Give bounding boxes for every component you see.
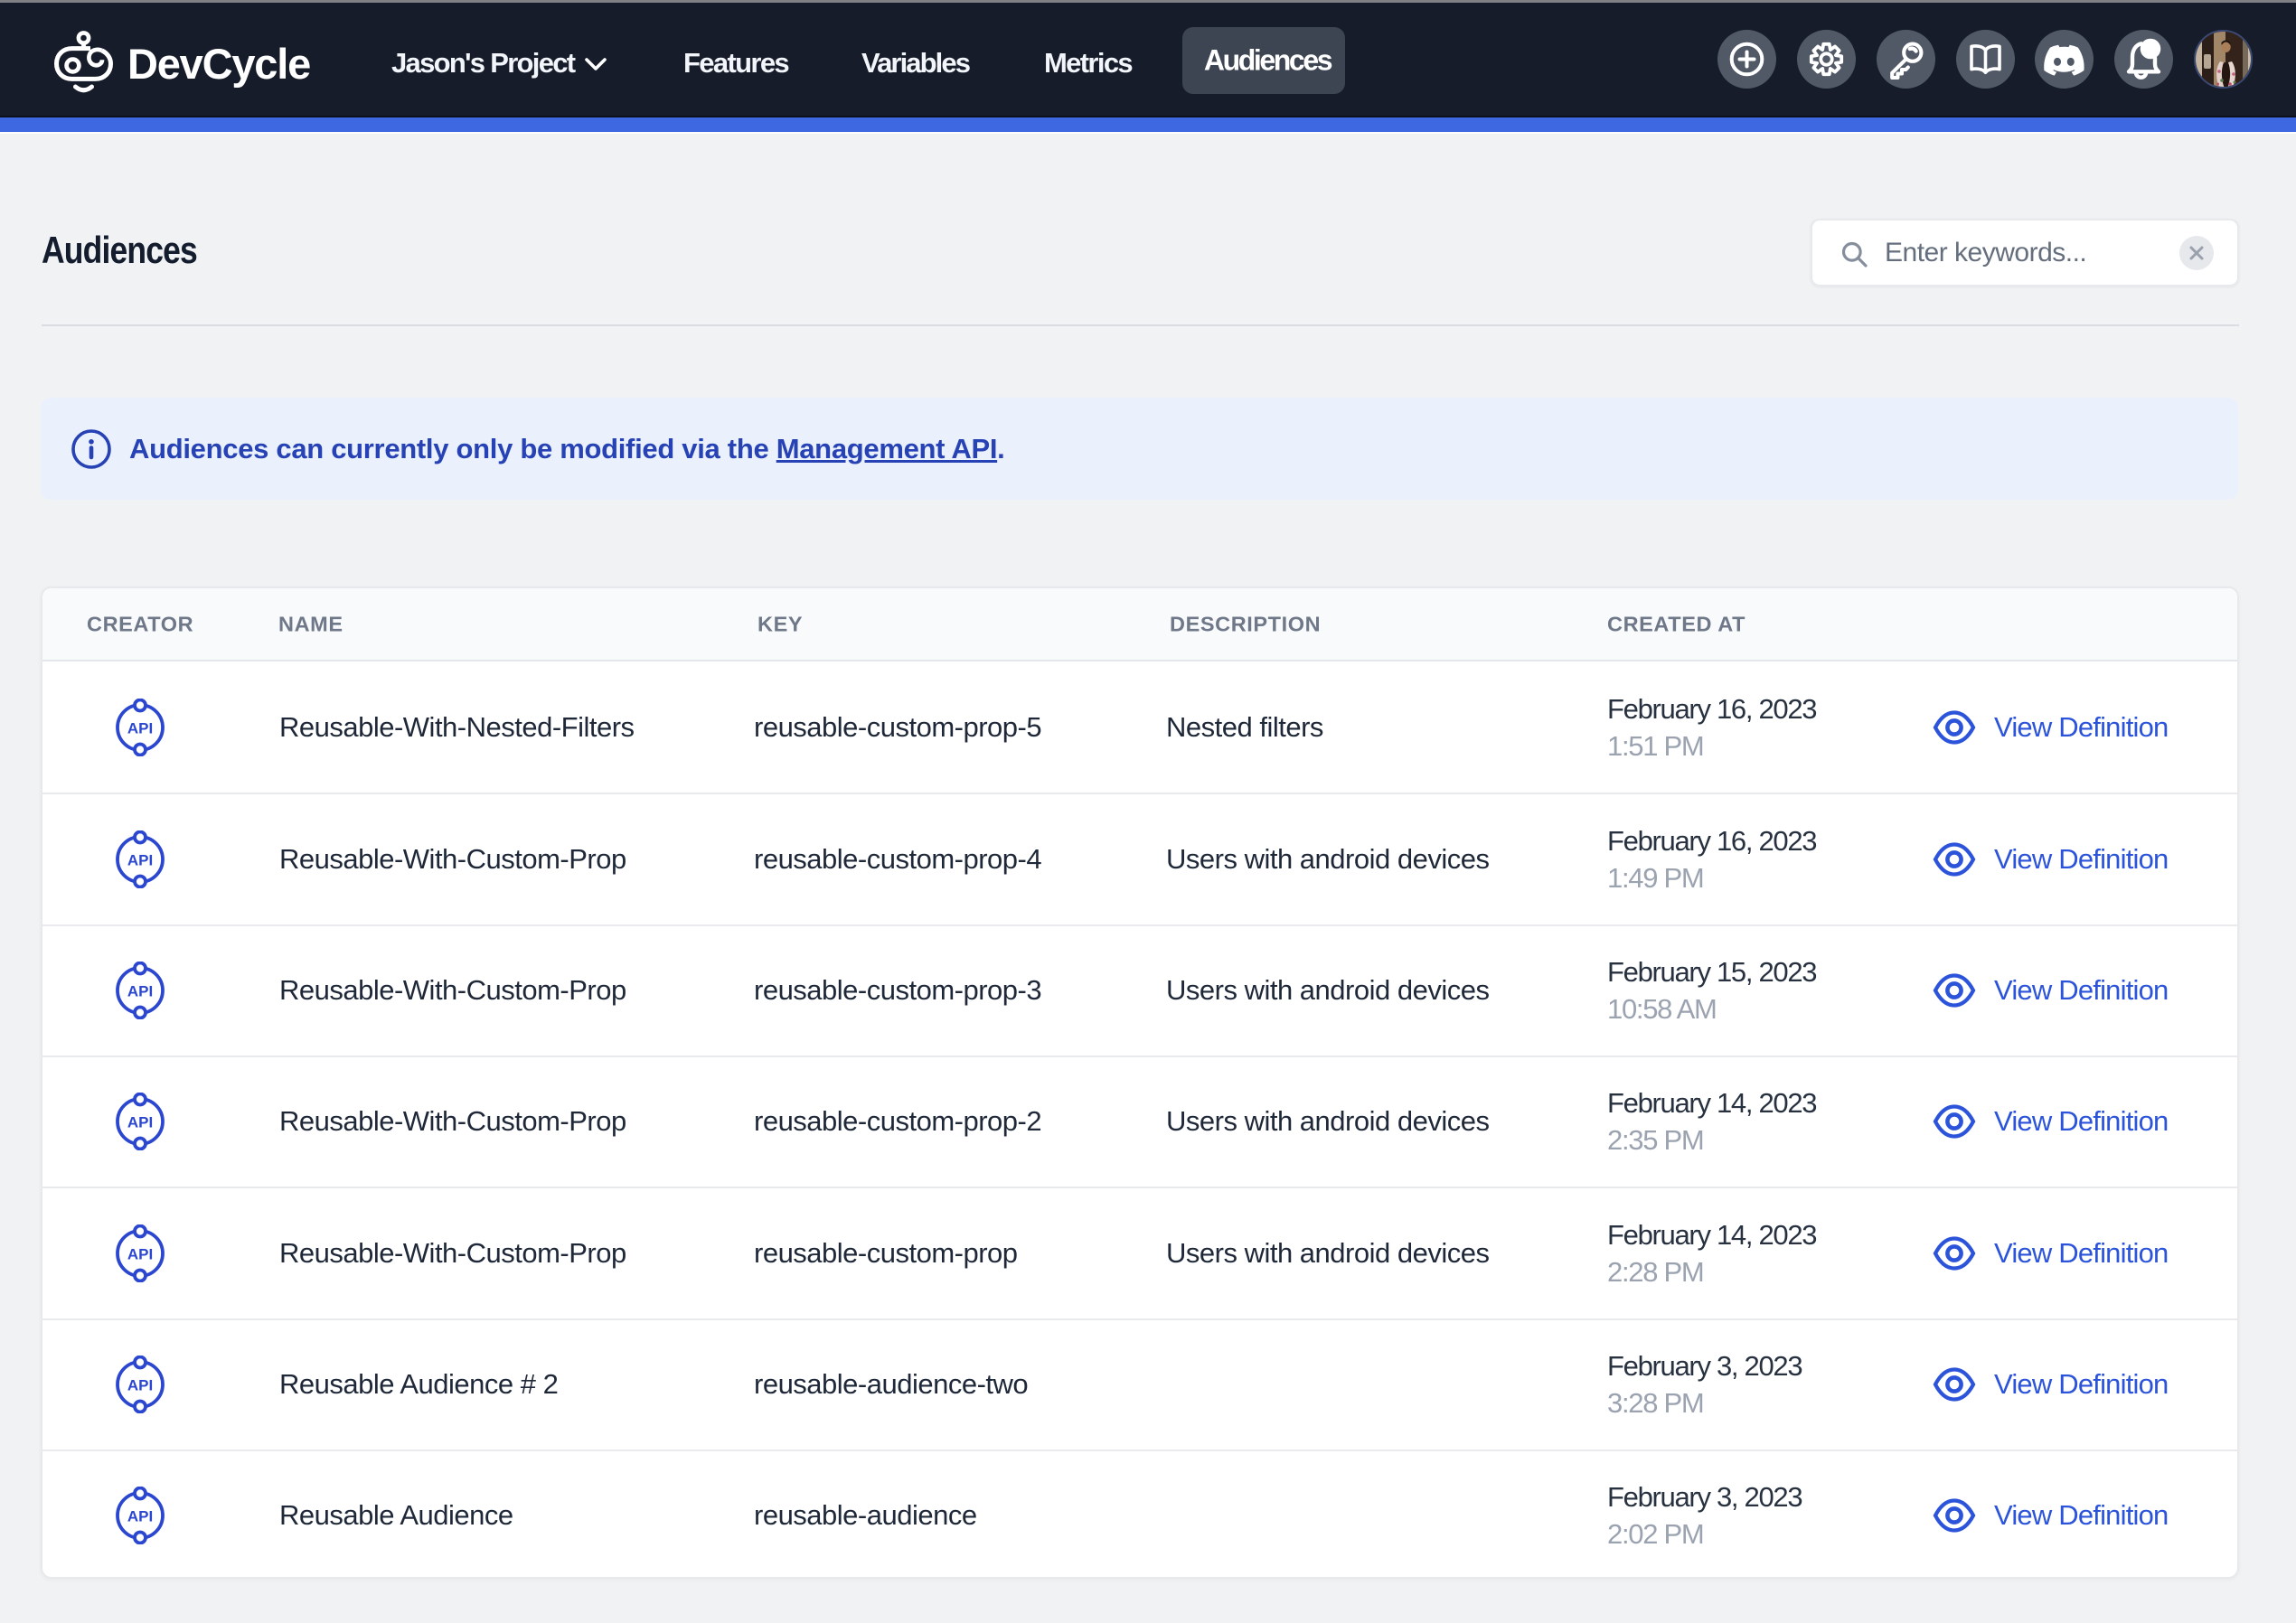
svg-text:API: API <box>127 1245 153 1262</box>
svg-text:API: API <box>127 1377 153 1394</box>
svg-text:API: API <box>127 1508 153 1525</box>
svg-text:API: API <box>127 983 153 1000</box>
svg-text:API: API <box>127 851 153 868</box>
svg-text:API: API <box>127 1114 153 1131</box>
svg-text:API: API <box>127 719 153 736</box>
